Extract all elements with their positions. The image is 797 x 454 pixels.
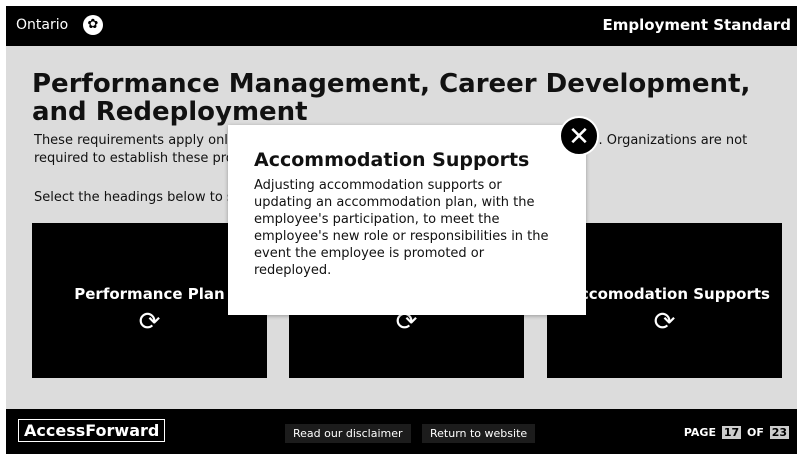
footer-bar: AccessForward Read our disclaimer Return… [6,409,797,454]
course-title: Employment Standard [602,16,791,34]
disclaimer-button[interactable]: Read our disclaimer [285,424,411,443]
accessforward-logo: AccessForward [18,419,166,442]
close-icon[interactable]: ✕ [559,116,599,156]
modal-title: Accommodation Supports [254,149,530,171]
return-to-website-button[interactable]: Return to website [422,424,536,443]
trillium-logo-icon: ✿ [83,15,103,35]
info-modal: Accommodation Supports Adjusting accommo… [228,125,586,315]
page-title: Performance Management, Career Developme… [32,69,751,127]
page-of: OF [746,426,764,439]
ontario-logo-text: Ontario [16,17,69,33]
refresh-icon: ⟳ [653,307,676,337]
page-prefix: PAGE [683,426,716,439]
refresh-icon: ⟳ [138,307,161,337]
top-bar: Ontario ✿ Employment Standard [6,6,797,46]
modal-body: Adjusting accommodation supports or upda… [254,178,549,278]
page-indicator: PAGE 17 OF 23 [684,426,791,439]
page-current: 17 [721,426,742,439]
page-total: 23 [769,426,789,439]
